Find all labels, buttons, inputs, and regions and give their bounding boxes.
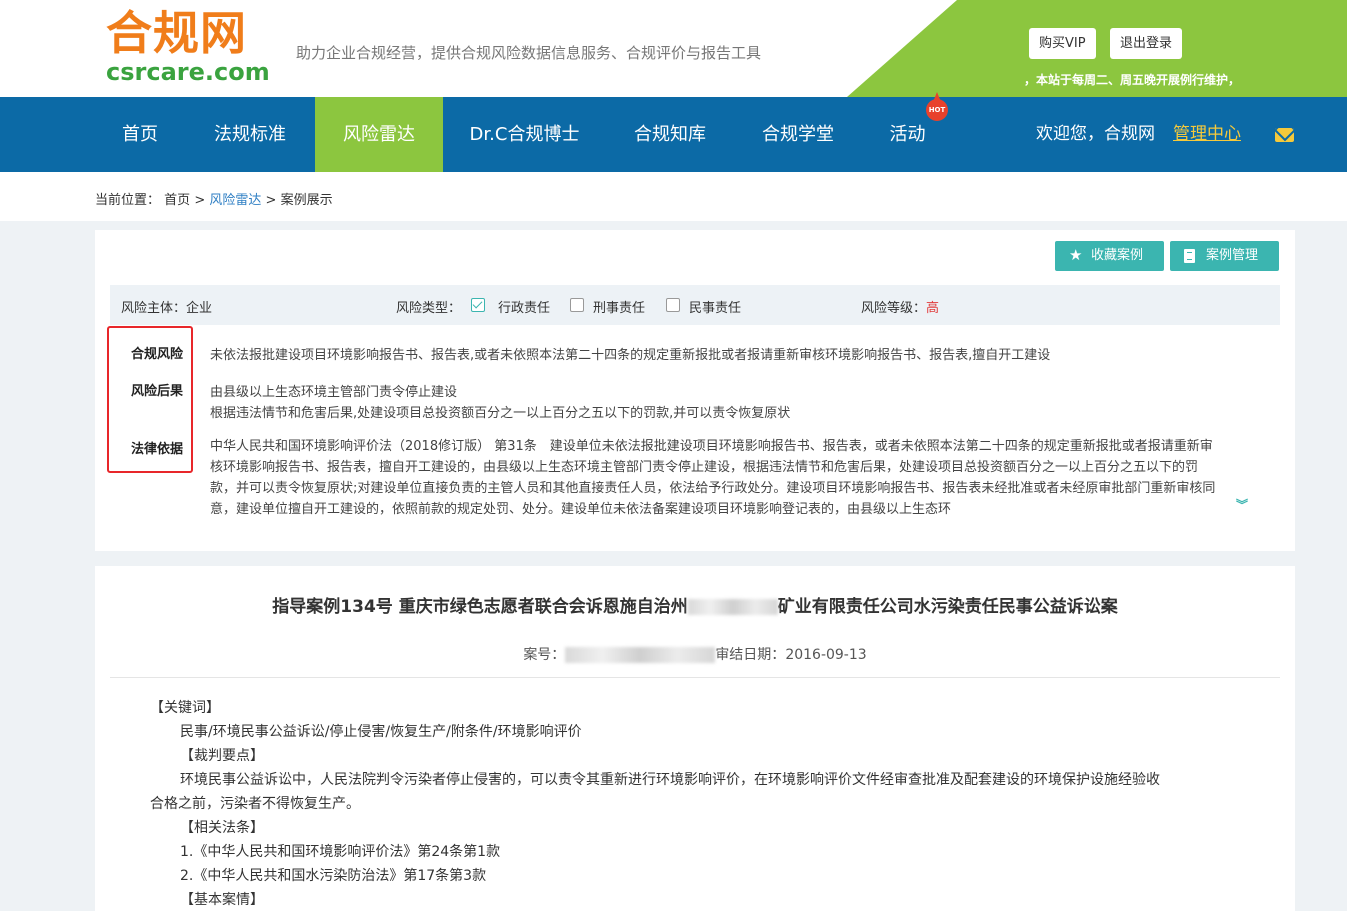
case-date-label: 审结日期：: [715, 647, 786, 663]
nav-item-regulations[interactable]: 法规标准: [195, 97, 305, 172]
divider: [110, 677, 1280, 678]
expand-chevron-icon[interactable]: ︾: [1236, 499, 1248, 511]
keywords-text: 民事/环境民事公益诉讼/停止侵害/恢复生产/附条件/环境影响评价: [180, 724, 582, 740]
compliance-risk-label: 合规风险: [131, 347, 184, 362]
judgment-points-text: 环境民事公益诉讼中，人民法院判令污染者停止侵害的，可以责令其重新进行环境影响评价…: [180, 772, 1160, 788]
compliance-risk-text: 未依法报批建设项目环境影响报告书、报告表,或者未依照本法第二十四条的规定重新报批…: [210, 348, 1051, 363]
site-logo[interactable]: 合规网 csrcare.com: [106, 6, 270, 86]
nav-item-risk-radar[interactable]: 风险雷达: [315, 97, 443, 172]
case-number-label: 案号：: [523, 647, 566, 663]
logout-button[interactable]: 退出登录: [1110, 28, 1183, 59]
breadcrumb: 当前位置： 首页 > 风险雷达 > 案例展示: [95, 189, 333, 208]
risk-level-label: 风险等级：: [861, 301, 927, 316]
risk-subject-value: 企业: [186, 301, 213, 316]
admin-center-link[interactable]: 管理中心: [1173, 97, 1241, 172]
site-header: 合规网 csrcare.com 助力企业合规经营，提供合规风险数据信息服务、合规…: [0, 0, 1347, 97]
judgment-points-heading: 【裁判要点】: [180, 748, 264, 764]
legal-basis-label: 法律依据: [131, 442, 184, 457]
site-slogan: 助力企业合规经营，提供合规风险数据信息服务、合规评价与报告工具: [296, 44, 762, 62]
keywords-heading: 【关键词】: [150, 700, 220, 716]
welcome-text: 欢迎您，合规网: [1036, 124, 1155, 144]
breadcrumb-separator: >: [265, 193, 277, 208]
breadcrumb-home[interactable]: 首页: [164, 193, 190, 208]
risk-subject: 风险主体：企业: [121, 297, 212, 316]
risk-type-civil-checkbox[interactable]: [666, 298, 680, 312]
basic-facts-heading: 【基本案情】: [180, 892, 264, 908]
nav-item-home[interactable]: 首页: [95, 97, 185, 172]
mail-icon[interactable]: [1275, 128, 1294, 142]
logo-domain-text: csrcare.com: [106, 58, 270, 86]
hot-badge: HOT: [926, 92, 948, 121]
risk-type-criminal-checkbox[interactable]: [570, 298, 584, 312]
risk-consequence-line: 由县级以上生态环境主管部门责令停止建设: [210, 385, 458, 400]
judgment-points-text: 合格之前，污染者不得恢复生产。: [150, 796, 360, 812]
breadcrumb-separator: >: [194, 193, 206, 208]
redacted-text: [687, 599, 778, 615]
risk-consequence-label: 风险后果: [131, 384, 184, 399]
redacted-case-number: [565, 647, 716, 663]
nav-item-dr-c[interactable]: Dr.C合规博士: [453, 97, 596, 172]
breadcrumb-prefix: 当前位置：: [95, 193, 161, 208]
breadcrumb-risk-radar[interactable]: 风险雷达: [209, 193, 261, 208]
nav-item-academy[interactable]: 合规学堂: [743, 97, 853, 172]
risk-consequence-line: 根据违法情节和危害后果,处建设项目总投资额百分之一以上百分之五以下的罚款,并可以…: [210, 406, 791, 421]
favorite-case-label: 收藏案例: [1091, 248, 1144, 263]
case-manage-button[interactable]: 案例管理: [1170, 241, 1279, 271]
case-title-prefix: 指导案例134号 重庆市绿色志愿者联合会诉恩施自治州: [272, 597, 688, 617]
favorite-case-button[interactable]: ★ 收藏案例: [1055, 241, 1164, 271]
related-laws-heading: 【相关法条】: [180, 820, 264, 836]
logo-chinese-text: 合规网: [106, 6, 247, 60]
risk-type-civil-label: 民事责任: [689, 301, 742, 316]
case-manage-label: 案例管理: [1206, 248, 1259, 263]
risk-type-label: 风险类型：: [396, 301, 462, 316]
risk-type-criminal-label: 刑事责任: [593, 301, 646, 316]
risk-type-admin-label: 行政责任: [498, 301, 551, 316]
case-title: 指导案例134号 重庆市绿色志愿者联合会诉恩施自治州 矿业有限责任公司水污染责任民…: [95, 592, 1295, 617]
related-law-item: 2.《中华人民共和国水污染防治法》第17条第3款: [180, 868, 487, 884]
clipboard-icon: [1184, 249, 1195, 263]
star-icon: ★: [1069, 246, 1083, 264]
buy-vip-button[interactable]: 购买VIP: [1029, 28, 1096, 59]
maintenance-notice: ，本站于每周二、周五晚开展例行维护，: [1024, 73, 1241, 87]
case-title-suffix: 矿业有限责任公司水污染责任民事公益诉讼案: [777, 597, 1118, 617]
nav-item-knowledge[interactable]: 合规知库: [615, 97, 725, 172]
risk-level-value: 高: [926, 301, 940, 316]
related-law-item: 1.《中华人民共和国环境影响评价法》第24条第1款: [180, 844, 501, 860]
risk-level: 风险等级：高: [861, 297, 939, 316]
risk-type-admin-checkbox[interactable]: [471, 298, 485, 312]
risk-subject-label: 风险主体：: [121, 301, 187, 316]
legal-basis-text: 中华人民共和国环境影响评价法（2018修订版） 第31条 建设单位未依法报批建设…: [210, 439, 1216, 517]
breadcrumb-current: 案例展示: [280, 193, 333, 208]
case-meta: 案号： 审结日期：2016-09-13: [95, 644, 1295, 664]
case-date-value: 2016-09-13: [785, 647, 867, 663]
